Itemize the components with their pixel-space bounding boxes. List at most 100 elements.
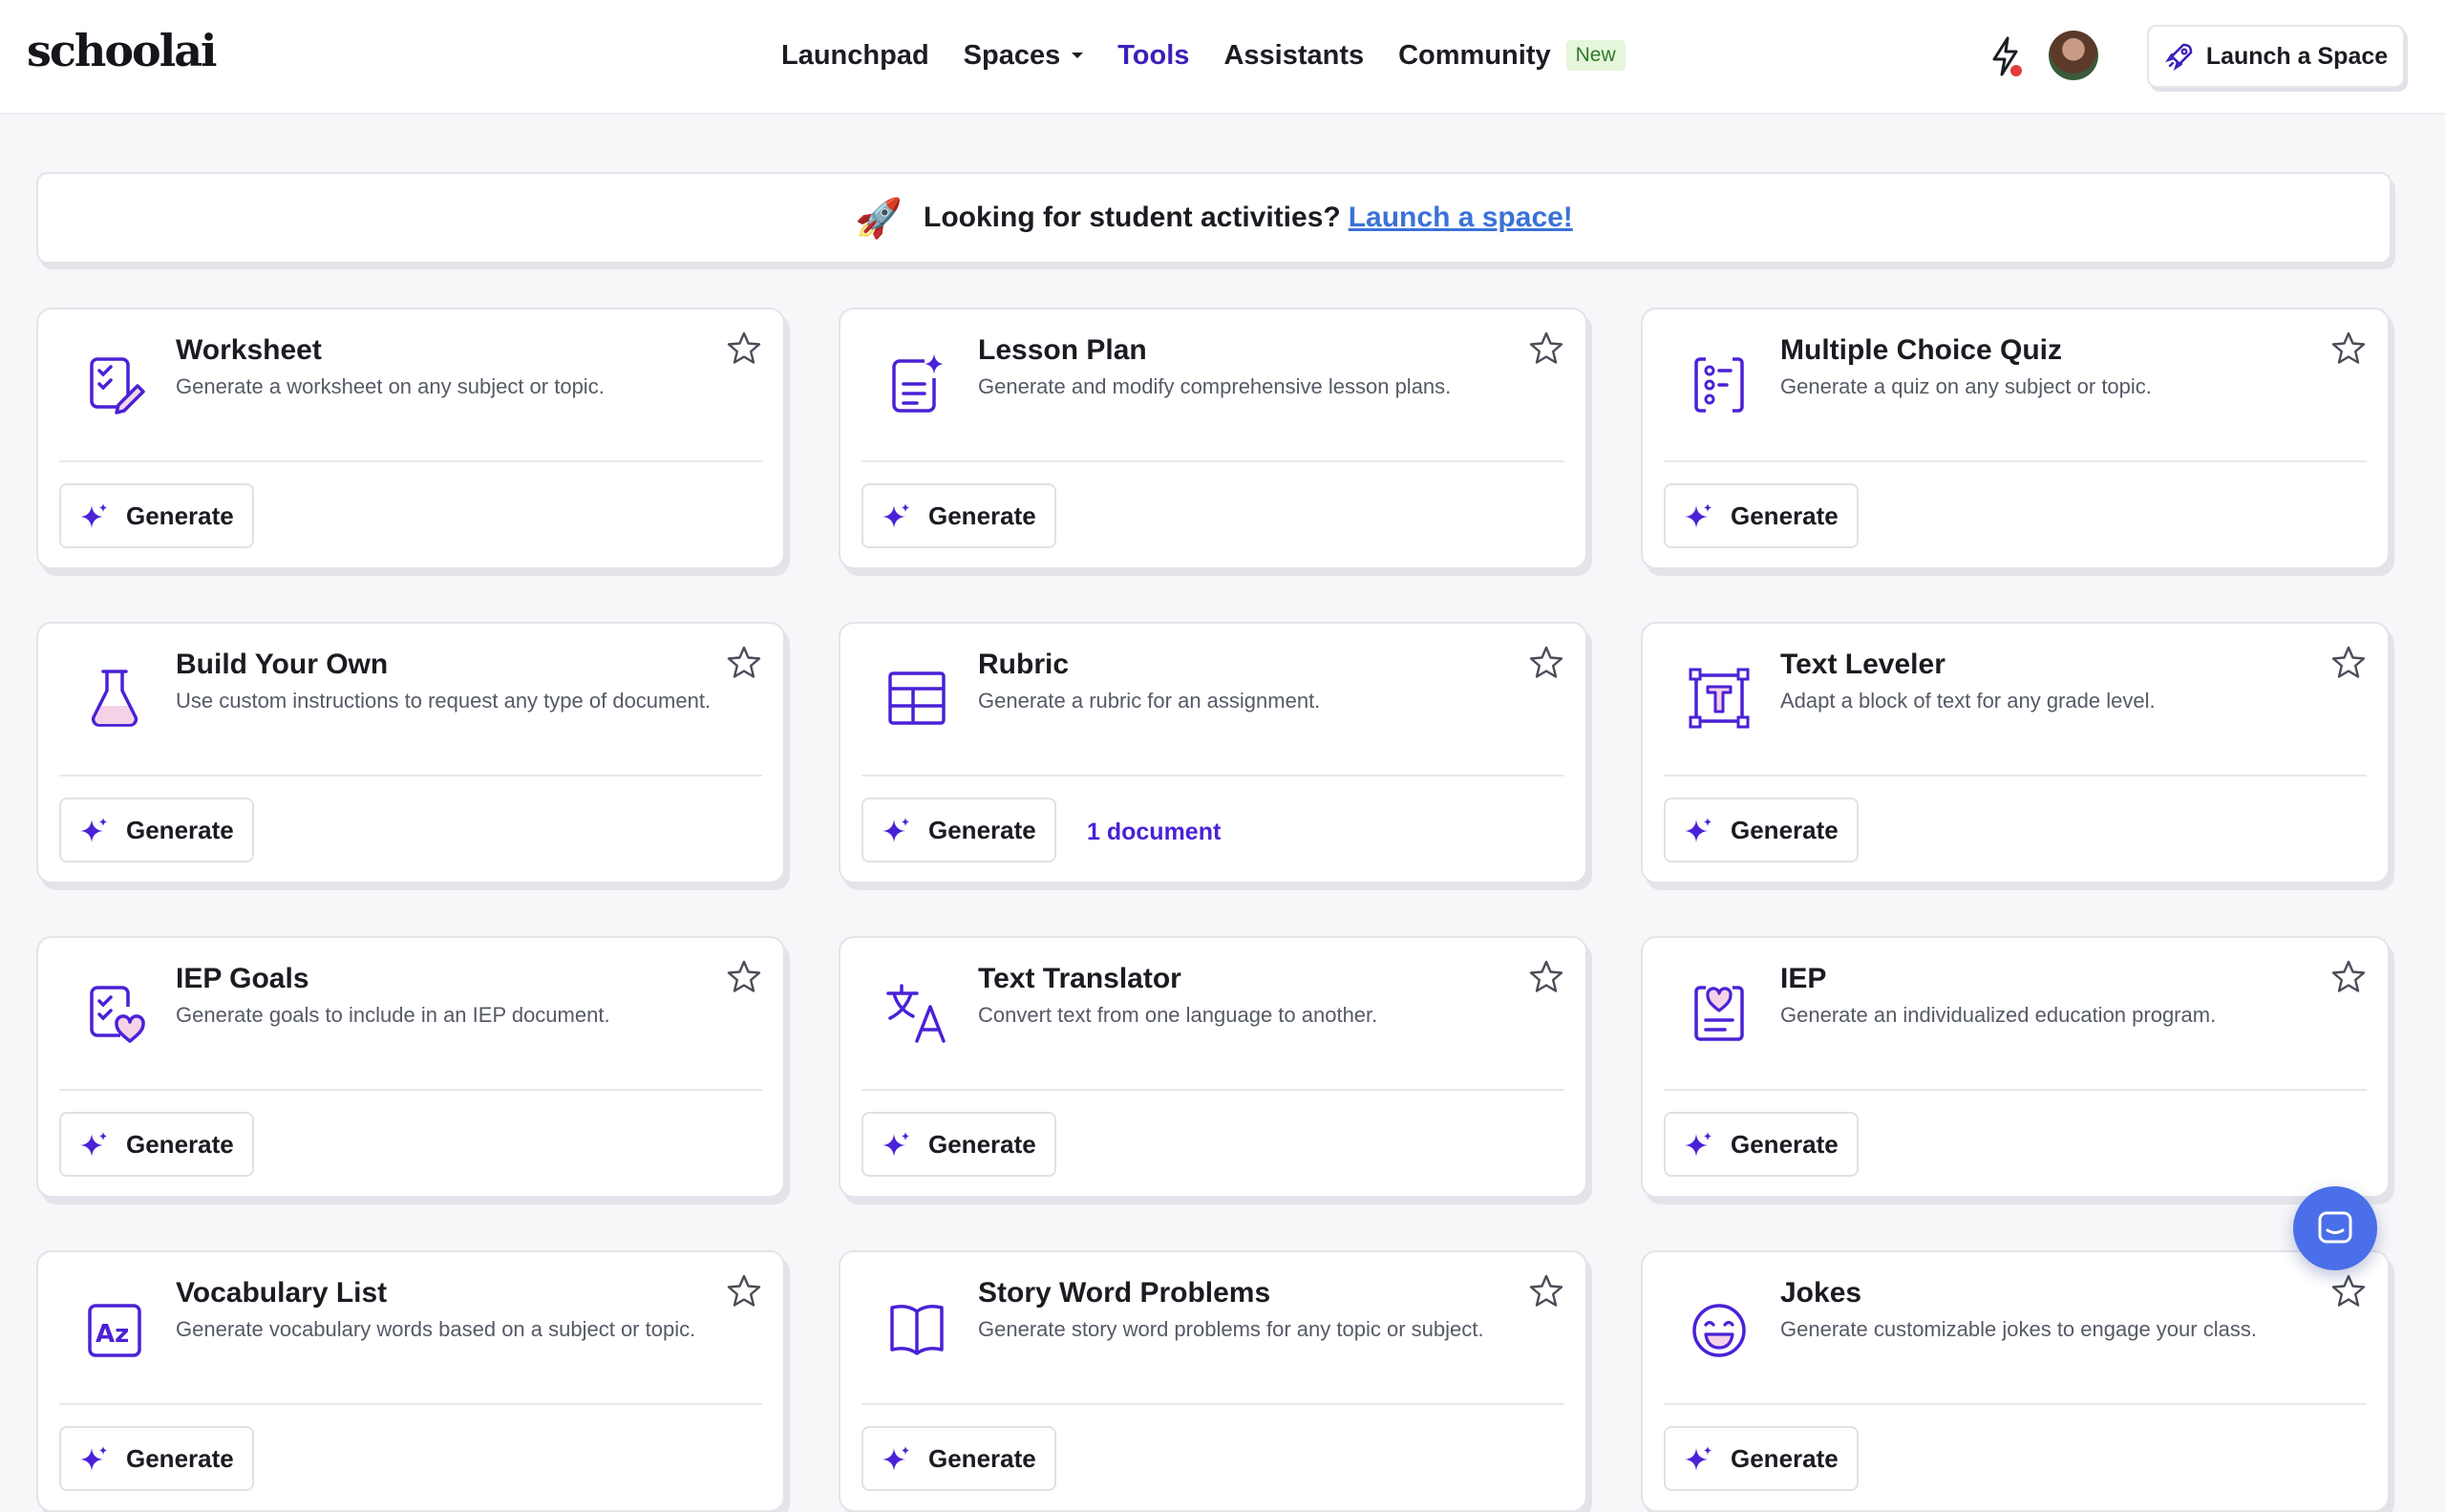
main-nav: Launchpad Spaces Tools Assistants Commun… bbox=[781, 36, 1626, 75]
generate-label: Generate bbox=[1731, 1443, 1839, 1473]
generate-label: Generate bbox=[1731, 1129, 1839, 1159]
rocket-icon bbox=[2164, 43, 2193, 71]
nav-spaces-label: Spaces bbox=[963, 39, 1061, 71]
tool-card-iep-goals[interactable]: IEP Goals Generate goals to include in a… bbox=[36, 936, 785, 1198]
tool-card-lesson-plan[interactable]: Lesson Plan Generate and modify comprehe… bbox=[839, 308, 1587, 569]
tool-card-text-translator[interactable]: Text Translator Convert text from one la… bbox=[839, 936, 1587, 1198]
card-title: Lesson Plan bbox=[978, 334, 1147, 366]
generate-button[interactable]: Generate bbox=[59, 1112, 254, 1177]
tool-card-vocabulary-list[interactable]: Az Vocabulary List Generate vocabulary w… bbox=[36, 1250, 785, 1512]
generate-button[interactable]: Generate bbox=[861, 1426, 1056, 1491]
generate-label: Generate bbox=[928, 500, 1036, 530]
sparkle-icon bbox=[882, 818, 909, 842]
worksheet-icon bbox=[90, 357, 145, 415]
card-description: Generate a quiz on any subject or topic. bbox=[1780, 374, 2152, 398]
card-title: Text Translator bbox=[978, 963, 1181, 994]
tool-card-multiple-choice-quiz[interactable]: Multiple Choice Quiz Generate a quiz on … bbox=[1641, 308, 2390, 569]
tool-card-rubric[interactable]: Rubric Generate a rubric for an assignme… bbox=[839, 622, 1587, 884]
card-title: Vocabulary List bbox=[176, 1277, 388, 1309]
divider bbox=[1664, 775, 2367, 777]
story-book-icon bbox=[890, 1305, 944, 1355]
star-icon[interactable] bbox=[1528, 330, 1564, 367]
lightning-icon[interactable] bbox=[1987, 34, 2025, 80]
generate-label: Generate bbox=[1731, 815, 1839, 844]
star-icon[interactable] bbox=[1528, 1273, 1564, 1310]
card-description: Generate customizable jokes to engage yo… bbox=[1780, 1317, 2257, 1341]
generate-button[interactable]: Generate bbox=[1664, 1426, 1859, 1491]
divider bbox=[59, 1403, 762, 1405]
launch-space-label: Launch a Space bbox=[2205, 42, 2389, 70]
launch-space-button[interactable]: Launch a Space bbox=[2147, 25, 2405, 88]
card-title: IEP bbox=[1780, 963, 1827, 994]
sparkle-icon bbox=[80, 1446, 107, 1471]
tool-card-text-leveler[interactable]: Text Leveler Adapt a block of text for a… bbox=[1641, 622, 2390, 884]
quiz-icon bbox=[1694, 357, 1744, 413]
generate-label: Generate bbox=[126, 500, 234, 530]
star-icon[interactable] bbox=[2330, 330, 2367, 367]
star-icon[interactable] bbox=[2330, 1273, 2367, 1310]
sparkle-icon bbox=[1685, 818, 1712, 842]
star-icon[interactable] bbox=[726, 330, 762, 367]
divider bbox=[861, 1403, 1564, 1405]
tool-card-jokes[interactable]: Jokes Generate customizable jokes to eng… bbox=[1641, 1250, 2390, 1512]
card-title: Build Your Own bbox=[176, 649, 389, 680]
divider bbox=[861, 460, 1564, 462]
generate-button[interactable]: Generate bbox=[59, 798, 254, 862]
star-icon[interactable] bbox=[2330, 959, 2367, 995]
divider bbox=[59, 460, 762, 462]
generate-button[interactable]: Generate bbox=[59, 483, 254, 548]
star-icon[interactable] bbox=[1528, 645, 1564, 681]
sparkle-icon bbox=[882, 1446, 909, 1471]
launch-space-link[interactable]: Launch a space! bbox=[1349, 202, 1573, 234]
nav-assistants[interactable]: Assistants bbox=[1223, 40, 1364, 72]
star-icon[interactable] bbox=[2330, 645, 2367, 681]
nav-spaces[interactable]: Spaces bbox=[964, 40, 1084, 72]
document-count-link[interactable]: 1 document bbox=[1087, 819, 1221, 846]
sparkle-icon bbox=[80, 503, 107, 528]
rocket-illustration-icon: 🚀 bbox=[855, 197, 904, 240]
chat-support-button[interactable] bbox=[2293, 1186, 2377, 1270]
chevron-down-icon bbox=[1072, 53, 1084, 58]
divider bbox=[59, 1089, 762, 1091]
nav-launchpad[interactable]: Launchpad bbox=[781, 40, 929, 72]
star-icon[interactable] bbox=[1528, 959, 1564, 995]
star-icon[interactable] bbox=[726, 959, 762, 995]
generate-button[interactable]: Generate bbox=[59, 1426, 254, 1491]
card-title: Worksheet bbox=[176, 334, 322, 366]
generate-button[interactable]: Generate bbox=[1664, 483, 1859, 548]
card-description: Use custom instructions to request any t… bbox=[176, 689, 712, 713]
table-icon bbox=[888, 671, 946, 725]
avatar[interactable] bbox=[2049, 31, 2098, 80]
nav-tools[interactable]: Tools bbox=[1117, 40, 1189, 72]
tool-card-worksheet[interactable]: Worksheet Generate a worksheet on any su… bbox=[36, 308, 785, 569]
star-icon[interactable] bbox=[726, 645, 762, 681]
new-badge: New bbox=[1565, 40, 1626, 71]
tool-card-story-word-problems[interactable]: Story Word Problems Generate story word … bbox=[839, 1250, 1587, 1512]
generate-label: Generate bbox=[928, 815, 1036, 844]
generate-button[interactable]: Generate bbox=[1664, 1112, 1859, 1177]
generate-button[interactable]: Generate bbox=[1664, 798, 1859, 862]
card-description: Generate goals to include in an IEP docu… bbox=[176, 1003, 610, 1027]
generate-button[interactable]: Generate bbox=[861, 483, 1056, 548]
generate-label: Generate bbox=[1731, 500, 1839, 530]
generate-button[interactable]: Generate bbox=[861, 798, 1056, 862]
sparkle-icon bbox=[882, 503, 909, 528]
divider bbox=[1664, 1403, 2367, 1405]
generate-label: Generate bbox=[126, 815, 234, 844]
tool-card-iep[interactable]: IEP Generate an individualized education… bbox=[1641, 936, 2390, 1198]
sparkle-icon bbox=[1685, 503, 1712, 528]
tool-card-build-your-own[interactable]: Build Your Own Use custom instructions t… bbox=[36, 622, 785, 884]
logo[interactable]: schoolai bbox=[27, 25, 217, 76]
sparkle-icon bbox=[1685, 1132, 1712, 1157]
card-title: Story Word Problems bbox=[978, 1277, 1271, 1309]
text-leveler-icon bbox=[1689, 668, 1750, 729]
nav-community[interactable]: Community bbox=[1398, 40, 1551, 72]
star-icon[interactable] bbox=[726, 1273, 762, 1310]
generate-button[interactable]: Generate bbox=[861, 1112, 1056, 1177]
generate-label: Generate bbox=[126, 1129, 234, 1159]
card-description: Generate and modify comprehensive lesson… bbox=[978, 374, 1452, 398]
flask-icon bbox=[91, 670, 138, 727]
card-description: Generate story word problems for any top… bbox=[978, 1317, 1484, 1341]
card-description: Adapt a block of text for any grade leve… bbox=[1780, 689, 2156, 713]
chat-icon bbox=[2318, 1211, 2352, 1244]
